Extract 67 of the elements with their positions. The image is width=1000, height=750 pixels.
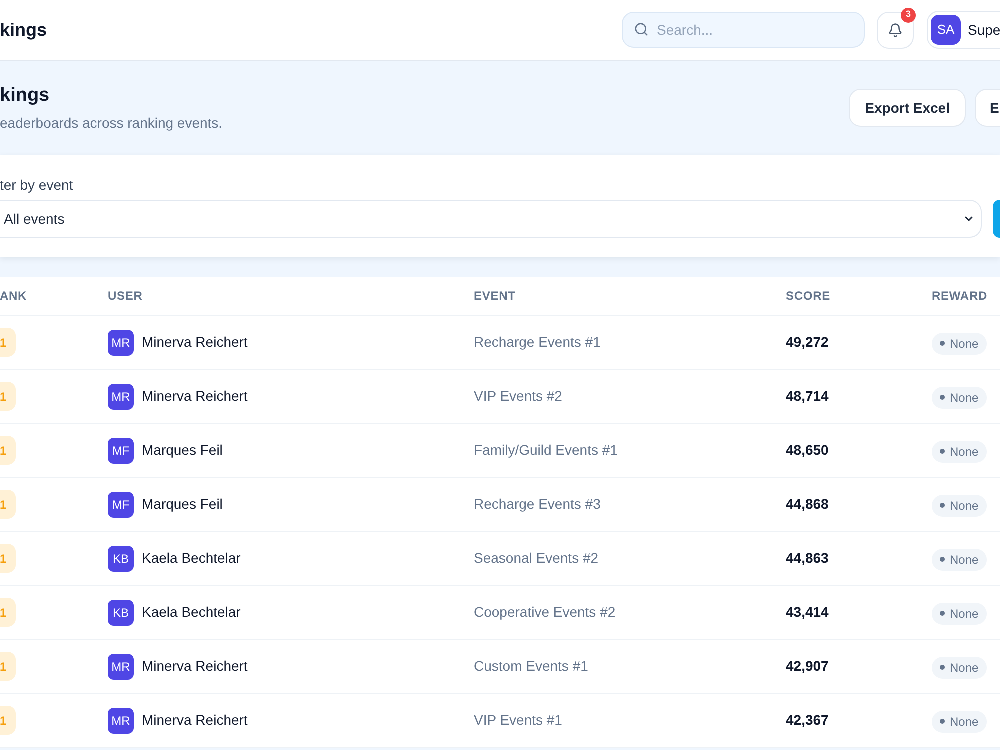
event-name: Recharge Events #1 [474,333,602,352]
event-name: Family/Guild Events #1 [474,441,619,460]
user-name: Minerva Reichert [142,711,248,730]
export-button[interactable]: Export Excel [849,89,966,127]
score-value: 49,272 [786,333,830,352]
event-name: VIP Events #1 [474,711,564,730]
score-value: 43,414 [786,603,830,622]
user-avatar: MR [108,330,134,356]
event-select[interactable]: All events [0,200,982,238]
reward-status: None [932,602,987,625]
action-button[interactable] [993,200,1000,238]
user-menu-button[interactable]: SA Supe [927,11,1000,49]
rank-badge: 1 [0,706,16,735]
user-name: Minerva Reichert [142,333,248,352]
export-button[interactable]: E [975,89,1000,127]
reward-status: None [932,494,987,517]
column-header: REWARD [932,288,988,305]
event-name: Custom Events #1 [474,657,590,676]
search-icon [634,22,649,37]
user-name: Marques Feil [142,441,223,460]
rank-badge: 1 [0,436,16,465]
rank-badge: 1 [0,652,16,681]
reward-status: None [932,710,987,733]
rank-badge: 1 [0,328,16,357]
reward-status: None [932,656,987,679]
score-value: 48,714 [786,387,830,406]
rank-badge: 1 [0,490,16,519]
page-subtitle: eaderboards across ranking events. [0,114,223,133]
user-avatar: MF [108,492,134,518]
user-avatar: KB [108,600,134,626]
column-header: ANK [0,288,28,305]
rank-badge: 1 [0,382,16,411]
event-name: VIP Events #2 [474,387,564,406]
app-title: kings [0,18,48,42]
user-avatar: KB [108,546,134,572]
column-header: SCORE [786,288,832,305]
user-avatar: MR [108,708,134,734]
user-name: Kaela Bechtelar [142,549,241,568]
column-header: EVENT [474,288,517,305]
score-value: 48,650 [786,441,830,460]
user-name: Minerva Reichert [142,387,248,406]
user-name: Marques Feil [142,495,223,514]
event-name: Cooperative Events #2 [474,603,617,622]
reward-status: None [932,386,987,409]
rank-badge: 1 [0,544,16,573]
user-avatar: SA [931,15,961,45]
column-header: USER [108,288,144,305]
search-field[interactable]: Search... [622,12,865,48]
rank-badge: 1 [0,598,16,627]
reward-status: None [932,440,987,463]
user-avatar: MR [108,654,134,680]
bell-icon [888,22,903,38]
score-value: 44,868 [786,495,830,514]
event-name: Recharge Events #3 [474,495,602,514]
user-name: Kaela Bechtelar [142,603,241,622]
reward-status: None [932,548,987,571]
score-value: 42,907 [786,657,830,676]
score-value: 44,863 [786,549,830,568]
user-name: Minerva Reichert [142,657,248,676]
filter-label: ter by event [0,176,74,195]
page-title: kings [0,84,51,108]
user-avatar: MR [108,384,134,410]
reward-status: None [932,332,987,355]
notification-count-badge: 3 [901,8,916,22]
event-name: Seasonal Events #2 [474,549,600,568]
user-avatar: MF [108,438,134,464]
score-value: 42,367 [786,711,830,730]
